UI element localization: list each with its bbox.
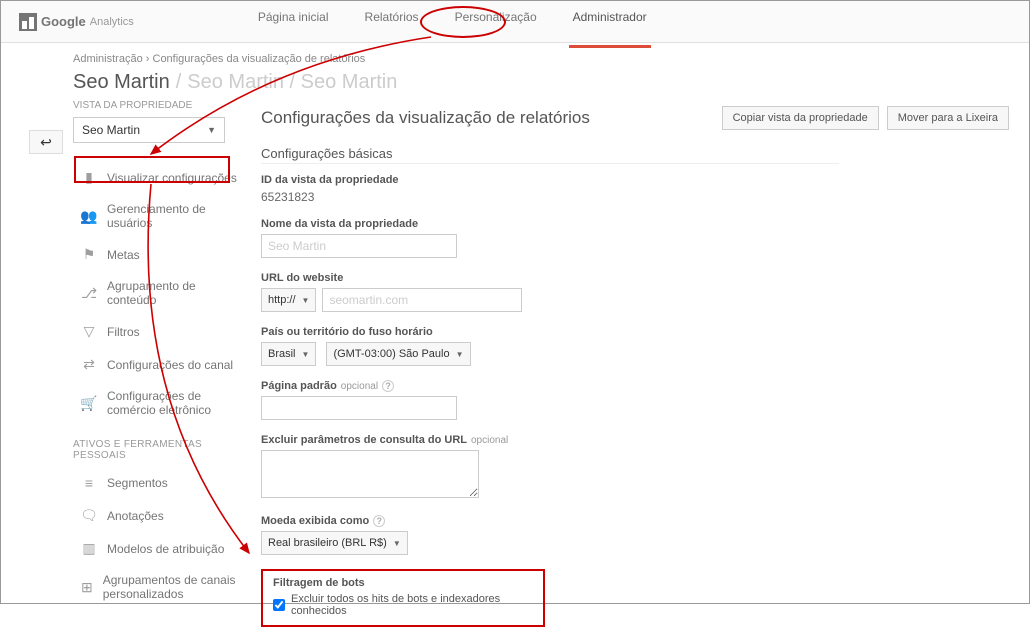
logo-brand: Google [41, 14, 86, 29]
sidebar-item-filters[interactable]: ▽ Filtros [73, 315, 249, 348]
account-title: Seo Martin [73, 71, 170, 94]
exclude-params-label: Excluir parâmetros de consulta do URL op… [261, 434, 1009, 446]
top-nav: Página inicial Relatórios Personalização… [254, 10, 651, 34]
sidebar-item-label: Segmentos [107, 476, 168, 490]
view-id-value: 65231823 [261, 190, 1009, 204]
sidebar-section-personal: ATIVOS E FERRAMENTAS PESSOAIS [73, 425, 249, 467]
view-name-label: Nome da vista da propriedade [261, 218, 1009, 230]
cart-icon: 🛒 [81, 395, 97, 412]
bot-filtering-checkbox-row[interactable]: Excluir todos os hits de bots e indexado… [273, 593, 533, 617]
list-icon: ≡ [81, 475, 97, 491]
nav-home[interactable]: Página inicial [254, 10, 333, 34]
sidebar-item-label: Metas [107, 248, 140, 262]
tree-icon: ⎇ [81, 285, 97, 302]
help-icon[interactable]: ? [373, 515, 385, 527]
top-bar: Google Analytics Página inicial Relatóri… [1, 1, 1029, 43]
breadcrumb-admin[interactable]: Administração [73, 53, 143, 65]
page-title: Configurações da visualização de relatór… [261, 108, 590, 128]
group-icon: ⊞ [81, 579, 93, 596]
view-label: VISTA DA PROPRIEDADE [73, 100, 249, 117]
sidebar-item-channel-groupings[interactable]: ⊞ Agrupamentos de canais personalizados [73, 565, 249, 609]
url-scheme-select[interactable]: http:// ▼ [261, 288, 316, 312]
bot-filtering-checkbox[interactable] [273, 599, 285, 611]
back-button[interactable]: ↩ [29, 130, 63, 154]
sidebar-item-label: Gerenciamento de usuários [107, 202, 241, 230]
default-page-label: Página padrão opcional ? [261, 380, 1009, 392]
sidebar-item-label: Anotações [107, 509, 164, 523]
bot-filtering-section: Filtragem de bots Excluir todos os hits … [261, 569, 545, 627]
note-icon: 🗨 [81, 507, 97, 524]
sidebar-item-label: Agrupamentos de canais personalizados [103, 573, 241, 601]
view-id-label: ID da vista da propriedade [261, 174, 1009, 186]
logo-product: Analytics [90, 16, 134, 28]
view-selector[interactable]: Seo Martin ▼ [73, 117, 225, 143]
sidebar-item-segments[interactable]: ≡ Segmentos [73, 467, 249, 499]
copy-view-button[interactable]: Copiar vista da propriedade [722, 106, 879, 130]
move-to-trash-button[interactable]: Mover para a Lixeira [887, 106, 1009, 130]
sidebar: VISTA DA PROPRIEDADE Seo Martin ▼ ▮ Visu… [73, 100, 249, 627]
nav-reports[interactable]: Relatórios [361, 10, 423, 34]
timezone-label: País ou território do fuso horário [261, 326, 1009, 338]
bars-icon: ▥ [81, 540, 97, 557]
breadcrumb: Administração › Configurações da visuali… [73, 43, 1029, 69]
users-icon: 👥 [81, 208, 97, 225]
sidebar-item-annotations[interactable]: 🗨 Anotações [73, 499, 249, 532]
sidebar-item-user-mgmt[interactable]: 👥 Gerenciamento de usuários [73, 194, 249, 238]
timezone-country-select[interactable]: Brasil ▼ [261, 342, 316, 366]
caret-down-icon: ▼ [207, 125, 216, 135]
sidebar-item-label: Configurações de comércio eletrônico [107, 389, 241, 417]
nav-customization[interactable]: Personalização [451, 10, 541, 34]
sidebar-item-label: Configurações do canal [107, 358, 233, 372]
caret-down-icon: ▼ [302, 296, 310, 305]
sidebar-item-attribution[interactable]: ▥ Modelos de atribuição [73, 532, 249, 565]
bot-filtering-label: Filtragem de bots [273, 577, 533, 589]
sidebar-item-goals[interactable]: ⚑ Metas [73, 238, 249, 271]
breadcrumb-current: Configurações da visualização de relatór… [153, 53, 366, 65]
help-icon[interactable]: ? [382, 380, 394, 392]
exclude-params-input[interactable] [261, 450, 479, 498]
nav-admin[interactable]: Administrador [569, 10, 651, 34]
caret-down-icon: ▼ [302, 350, 310, 359]
flag-icon: ⚑ [81, 246, 97, 263]
sidebar-item-label: Visualizar configurações [107, 171, 237, 185]
caret-down-icon: ▼ [456, 350, 464, 359]
account-path: Seo Martin / Seo Martin [187, 71, 397, 94]
sidebar-item-content-grouping[interactable]: ⎇ Agrupamento de conteúdo [73, 271, 249, 315]
view-name-input[interactable] [261, 234, 457, 258]
currency-label: Moeda exibida como ? [261, 515, 1009, 527]
title-bar: Seo Martin / Seo Martin / Seo Martin [73, 69, 1029, 100]
timezone-offset-select[interactable]: (GMT-03:00) São Paulo ▼ [326, 342, 470, 366]
sidebar-item-channel-settings[interactable]: ⇄ Configurações do canal [73, 348, 249, 381]
view-selector-value: Seo Martin [82, 123, 140, 137]
bot-filtering-checkbox-label: Excluir todos os hits de bots e indexado… [291, 593, 533, 617]
channel-icon: ⇄ [81, 356, 97, 373]
sidebar-item-view-settings[interactable]: ▮ Visualizar configurações [73, 161, 249, 194]
sidebar-item-ecommerce[interactable]: 🛒 Configurações de comércio eletrônico [73, 381, 249, 425]
funnel-icon: ▽ [81, 323, 97, 340]
analytics-logo-icon [19, 13, 37, 31]
currency-select[interactable]: Real brasileiro (BRL R$) ▼ [261, 531, 408, 555]
website-url-label: URL do website [261, 272, 1009, 284]
account-path-sep: / [176, 71, 182, 94]
website-url-input[interactable] [322, 288, 522, 312]
sidebar-item-label: Agrupamento de conteúdo [107, 279, 241, 307]
sidebar-item-label: Modelos de atribuição [107, 542, 224, 556]
logo: Google Analytics [19, 13, 134, 31]
default-page-input[interactable] [261, 396, 457, 420]
main-panel: Configurações da visualização de relatór… [249, 100, 1009, 627]
sidebar-item-label: Filtros [107, 325, 140, 339]
caret-down-icon: ▼ [393, 539, 401, 548]
page-icon: ▮ [81, 169, 97, 186]
basic-settings-heading: Configurações básicas [261, 140, 839, 164]
